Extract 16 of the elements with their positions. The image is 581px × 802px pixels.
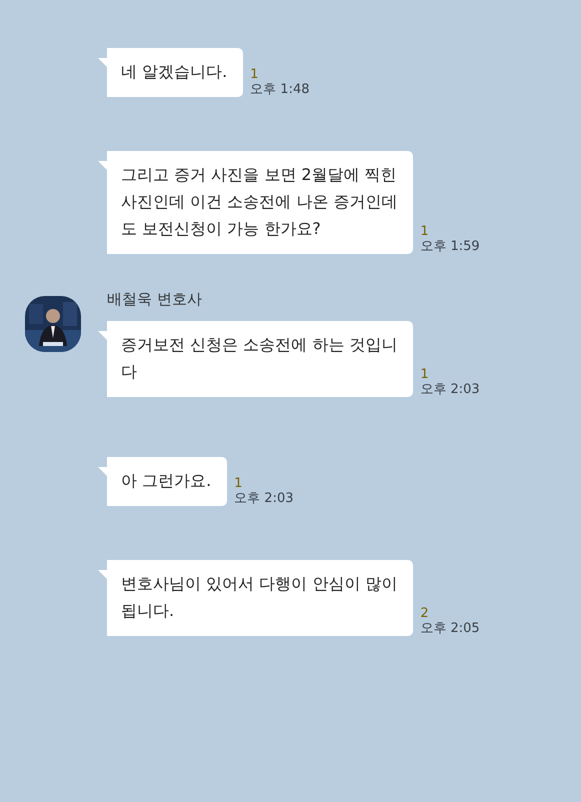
- message-time: 오후 2:03: [420, 382, 480, 398]
- message-bubble: 네 알겠습니다.: [98, 48, 244, 97]
- unread-count: 2: [420, 607, 430, 621]
- message-bubble: 변호사님이 있어서 다행이 안심이 많이 됩니다.: [98, 560, 414, 636]
- message-time: 오후 1:48: [250, 82, 310, 98]
- message-time: 오후 1:59: [420, 239, 480, 255]
- message-bubble: 아 그런가요.: [98, 457, 228, 506]
- unread-count: 1: [420, 225, 430, 239]
- sender-name: 배철욱 변호사: [107, 290, 203, 309]
- message-time: 오후 2:03: [234, 491, 294, 507]
- message-bubble: 그리고 증거 사진을 보면 2월달에 찍힌 사진인데 이건 소송전에 나온 증거인데 도 보전신청이 가능 한가요?: [98, 151, 414, 254]
- unread-count: 1: [420, 368, 430, 382]
- message-time: 오후 2:05: [420, 621, 480, 637]
- unread-count: 1: [234, 477, 244, 491]
- unread-count: 1: [250, 68, 260, 82]
- message-bubble: 증거보전 신청은 소송전에 하는 것입니 다: [98, 321, 414, 397]
